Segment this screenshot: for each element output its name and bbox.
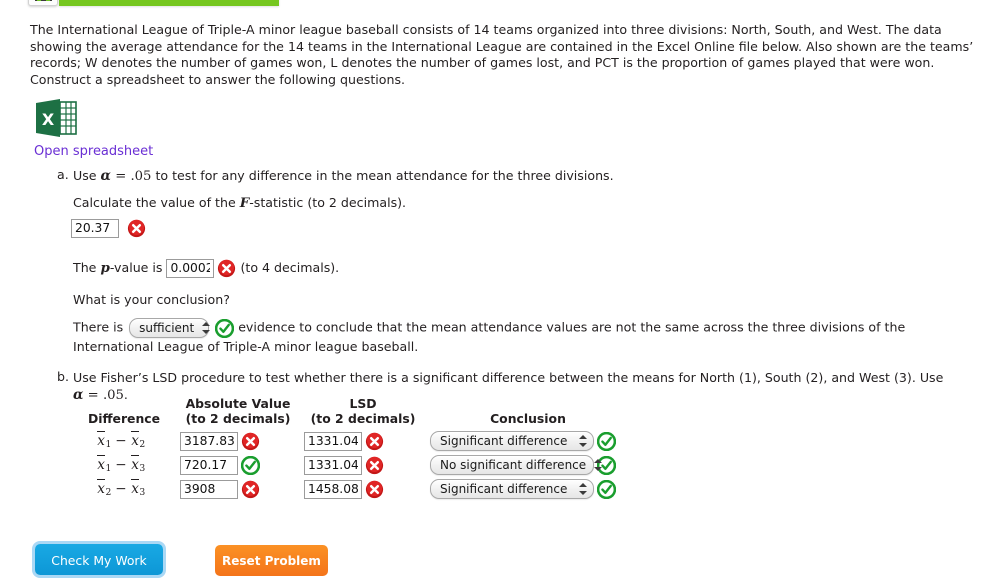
p-value-pre: The — [73, 260, 101, 275]
f-statistic-incorrect-icon — [127, 219, 146, 238]
table-header-row: Difference Absolute Value (to 2 decimals… — [72, 396, 630, 429]
row-conclusion-value: No significant difference — [440, 458, 587, 472]
p-value-mid: -value is — [109, 260, 167, 275]
lsd-value-cell — [300, 477, 426, 501]
f-instruction-pre: Calculate the value of the — [73, 195, 240, 210]
select-arrows-icon — [594, 458, 603, 472]
conclusion-cell: Significant difference — [426, 429, 630, 453]
open-spreadsheet-link[interactable]: Open spreadsheet — [34, 144, 153, 159]
row-conclusion-value: Significant difference — [440, 434, 568, 448]
lsd-value-input[interactable] — [304, 431, 362, 451]
conclusion-correct-icon — [215, 318, 235, 338]
lsd-value-cell — [300, 429, 426, 453]
row-conclusion-correct-icon — [597, 431, 616, 451]
difference-expression: x1− x2 — [97, 432, 146, 450]
part-b-prompt-pre: Use Fisher’s LSD procedure to test wheth… — [73, 370, 944, 385]
header-absolute-value: Absolute Value (to 2 decimals) — [176, 396, 300, 429]
lsd-value-cell — [300, 453, 426, 477]
header-difference-label: Difference — [87, 411, 161, 426]
select-arrows-icon — [202, 321, 211, 335]
absolute-value-input[interactable] — [180, 479, 238, 499]
lsd-value-input[interactable] — [304, 455, 362, 475]
svg-text:X: X — [42, 110, 55, 129]
progress-bar-fill — [59, 0, 279, 6]
table-row: x1−x2 Significant difference — [72, 429, 630, 453]
equals-sign-a: = — [115, 169, 127, 184]
select-arrows-icon — [579, 434, 588, 448]
absolute-value-cell — [176, 477, 300, 501]
difference-label-cell: x2− x3 — [72, 477, 176, 501]
header-lsd: LSD (to 2 decimals) — [300, 396, 426, 429]
table-row: x2−x3 Significant difference — [72, 477, 630, 501]
row-conclusion-correct-icon — [597, 479, 616, 499]
header-lsd-line1: LSD — [349, 396, 377, 411]
f-statistic-input[interactable] — [71, 219, 119, 238]
p-value-post: (to 4 decimals). — [240, 260, 340, 275]
header-lsd-line2: (to 2 decimals) — [310, 411, 416, 426]
conclusion-select-value: sufficient — [139, 320, 195, 335]
p-value-incorrect-icon — [217, 259, 236, 278]
conclusion-answer-row: There is sufficient evidence to conclude… — [73, 318, 978, 355]
row-conclusion-select[interactable]: Significant difference — [430, 479, 594, 499]
header-difference: Difference — [72, 396, 176, 429]
excel-file-icon: X — [34, 96, 78, 140]
conclusion-question: What is your conclusion? — [73, 292, 230, 307]
select-arrows-icon — [579, 482, 588, 496]
difference-label-cell: x1− x3 — [72, 453, 176, 477]
p-value-row: The p-value is (to 4 decimals). — [73, 259, 339, 278]
row-conclusion-select[interactable]: No significant difference — [430, 455, 603, 475]
part-a-marker: a. — [57, 167, 69, 182]
f-statistic-answer-row — [71, 219, 146, 238]
lsd-table: Difference Absolute Value (to 2 decimals… — [72, 396, 630, 501]
f-symbol: F — [239, 195, 250, 211]
table-row: x1−x3 No significant difference — [72, 453, 630, 477]
part-a-prompt-post: to test for any difference in the mean a… — [151, 168, 614, 183]
part-b-marker: b. — [57, 369, 69, 384]
check-my-work-button[interactable]: Check My Work — [35, 544, 163, 575]
absolute-value-incorrect-icon — [241, 480, 260, 499]
lsd-value-input[interactable] — [304, 479, 362, 499]
lsd-value-incorrect-icon — [365, 432, 384, 451]
difference-label-cell: x1− x2 — [72, 429, 176, 453]
f-statistic-instruction: Calculate the value of the F-statistic (… — [73, 194, 406, 212]
conclusion-pre: There is — [73, 319, 124, 335]
header-conclusion-label: Conclusion — [490, 411, 566, 426]
row-conclusion-value: Significant difference — [440, 482, 568, 496]
p-symbol: p — [100, 260, 110, 276]
absolute-value-cell — [176, 453, 300, 477]
progress-chip-icon — [28, 0, 58, 6]
header-abs-line2: (to 2 decimals) — [185, 411, 291, 426]
absolute-value-cell — [176, 429, 300, 453]
f-instruction-post: -statistic (to 2 decimals). — [249, 195, 407, 210]
conclusion-select[interactable]: sufficient — [129, 318, 211, 338]
absolute-value-correct-icon — [241, 455, 260, 475]
action-buttons: Check My Work Reset Problem — [35, 544, 328, 576]
absolute-value-incorrect-icon — [241, 432, 260, 451]
absolute-value-input[interactable] — [180, 431, 238, 451]
part-a-prompt: Use α = .05 to test for any difference i… — [73, 167, 614, 185]
row-conclusion-select[interactable]: Significant difference — [430, 431, 594, 451]
part-a-prompt-pre: Use — [73, 168, 101, 183]
alpha-value-a: .05 — [130, 169, 152, 184]
lsd-value-incorrect-icon — [365, 480, 384, 499]
difference-expression: x1− x3 — [97, 456, 146, 474]
open-spreadsheet-block[interactable]: X Open spreadsheet — [34, 96, 153, 159]
difference-expression: x2− x3 — [97, 480, 146, 498]
problem-intro-text: The International League of Triple-A min… — [30, 22, 974, 87]
progress-bar-strip — [0, 0, 1008, 8]
alpha-symbol-a: α — [100, 168, 111, 184]
header-conclusion: Conclusion — [426, 396, 630, 429]
conclusion-cell: No significant difference — [426, 453, 630, 477]
absolute-value-input[interactable] — [180, 455, 238, 475]
reset-problem-button[interactable]: Reset Problem — [214, 545, 328, 576]
header-abs-line1: Absolute Value — [185, 396, 291, 411]
lsd-value-incorrect-icon — [365, 456, 384, 475]
conclusion-cell: Significant difference — [426, 477, 630, 501]
p-value-input[interactable] — [166, 259, 215, 278]
